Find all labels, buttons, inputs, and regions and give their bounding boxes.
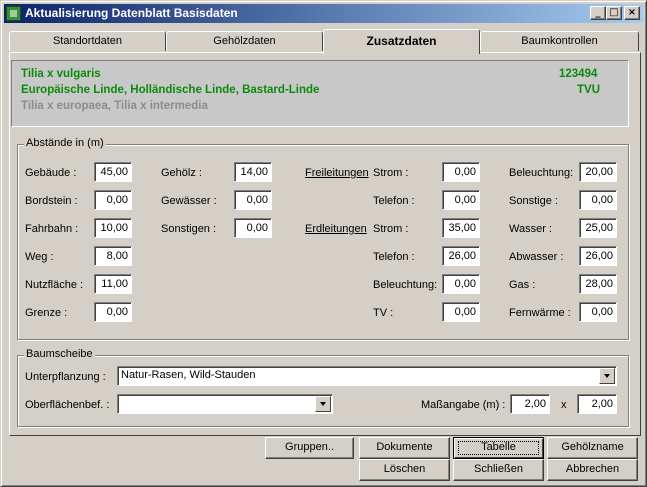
field-gehoelz[interactable]: 14,00 — [234, 162, 272, 182]
baumscheibe-legend: Baumscheibe — [24, 348, 95, 360]
species-id: 123494 — [559, 68, 598, 80]
mass-y-field[interactable]: 2,00 — [577, 394, 617, 414]
field-gewaesser[interactable]: 0,00 — [234, 190, 272, 210]
freileitungen-label: Freileitungen — [305, 167, 369, 179]
gehoelzname-button[interactable]: Gehölzname — [547, 437, 638, 459]
label-frei-telefon: Telefon : — [373, 195, 415, 207]
dokumente-label: Dokumente — [376, 441, 433, 453]
mass-x-field[interactable]: 2,00 — [510, 394, 550, 414]
field-beleuchtung[interactable]: 20,00 — [579, 162, 617, 182]
label-erd-telefon: Telefon : — [373, 251, 415, 263]
field-erd-tv[interactable]: 0,00 — [442, 302, 480, 322]
label-fernwaerme: Fernwärme : — [509, 307, 571, 319]
dokumente-button[interactable]: Dokumente — [359, 437, 450, 459]
label-gehoelz: Gehölz : — [161, 167, 202, 179]
field-weg[interactable]: 8,00 — [94, 246, 132, 266]
window-title: Aktualisierung Datenblatt Basisdaten — [25, 6, 238, 20]
label-beleuchtung: Beleuchtung: — [509, 167, 574, 179]
label-erd-tv: TV : — [373, 307, 394, 319]
oberflaeche-select[interactable] — [117, 394, 333, 414]
field-frei-strom[interactable]: 0,00 — [442, 162, 480, 182]
tabelle-button[interactable]: Tabelle — [453, 437, 544, 459]
label-wasser: Wasser : — [509, 223, 552, 235]
times-label: x — [561, 399, 567, 411]
title-bar[interactable]: Aktualisierung Datenblatt Basisdaten _ □… — [4, 4, 643, 23]
erdleitungen-label: Erdleitungen — [305, 223, 367, 235]
minimize-button[interactable]: _ — [590, 6, 606, 20]
botanical-name: Tilia x vulgaris — [21, 68, 101, 80]
label-weg: Weg : — [25, 251, 54, 263]
tab-label: Baumkontrollen — [521, 35, 598, 47]
field-fernwaerme[interactable]: 0,00 — [579, 302, 617, 322]
field-wasser[interactable]: 25,00 — [579, 218, 617, 238]
gruppen-label: Gruppen.. — [285, 441, 334, 453]
gruppen-button[interactable]: Gruppen.. — [265, 437, 354, 459]
close-button[interactable]: × — [624, 6, 640, 20]
label-bordstein: Bordstein : — [25, 195, 78, 207]
field-sonstige[interactable]: 0,00 — [579, 190, 617, 210]
label-sonstigen: Sonstigen : — [161, 223, 217, 235]
label-gewaesser: Gewässer : — [161, 195, 217, 207]
label-erd-beleuchtung: Beleuchtung: — [373, 279, 438, 291]
chevron-down-icon[interactable] — [599, 368, 615, 384]
loeschen-label: Löschen — [383, 463, 426, 475]
massangabe-label: Maßangabe (m) : — [421, 399, 506, 411]
unterpflanzung-select[interactable]: Natur-Rasen, Wild-Stauden — [117, 366, 617, 386]
abbrechen-button[interactable]: Abbrechen — [547, 459, 638, 481]
unterpflanzung-value: Natur-Rasen, Wild-Stauden — [121, 369, 256, 381]
field-erd-beleuchtung[interactable]: 0,00 — [442, 274, 480, 294]
tab-strip: Standortdaten Gehölzdaten Zusatzdaten Ba… — [9, 29, 641, 54]
common-names: Europäische Linde, Holländische Linde, B… — [21, 84, 320, 96]
field-erd-strom[interactable]: 35,00 — [442, 218, 480, 238]
label-gebaeude: Gebäude : — [25, 167, 77, 179]
field-erd-telefon[interactable]: 26,00 — [442, 246, 480, 266]
label-erd-strom: Strom : — [373, 223, 409, 235]
field-nutzflaeche[interactable]: 11,00 — [94, 274, 132, 294]
tabelle-label: Tabelle — [481, 441, 516, 453]
label-frei-strom: Strom : — [373, 167, 409, 179]
label-sonstige: Sonstige : — [509, 195, 558, 207]
tab-zusatzdaten[interactable]: Zusatzdaten — [323, 29, 480, 54]
loeschen-button[interactable]: Löschen — [359, 459, 450, 481]
maximize-button[interactable]: □ — [606, 6, 622, 20]
field-frei-telefon[interactable]: 0,00 — [442, 190, 480, 210]
label-grenze: Grenze : — [25, 307, 68, 319]
label-nutzflaeche: Nutzfläche : — [25, 279, 84, 291]
abbrechen-label: Abbrechen — [565, 463, 620, 475]
chevron-down-icon[interactable] — [315, 396, 331, 412]
field-fahrbahn[interactable]: 10,00 — [94, 218, 132, 238]
field-grenze[interactable]: 0,00 — [94, 302, 132, 322]
app-tree-icon — [6, 6, 21, 21]
oberflaeche-label: Oberflächenbef. : — [25, 399, 110, 411]
application-window: Aktualisierung Datenblatt Basisdaten _ □… — [0, 0, 647, 487]
tab-gehoelzdaten[interactable]: Gehölzdaten — [166, 31, 323, 51]
abstaende-legend: Abstände in (m) — [24, 137, 106, 149]
schliessen-label: Schließen — [474, 463, 523, 475]
tab-standortdaten[interactable]: Standortdaten — [9, 31, 166, 51]
tab-label: Zusatzdaten — [366, 34, 437, 48]
gehoelzname-label: Gehölzname — [561, 441, 624, 453]
field-bordstein[interactable]: 0,00 — [94, 190, 132, 210]
tab-label: Gehölzdaten — [213, 35, 276, 47]
synonyms: Tilia x europaea, Tilia x intermedia — [21, 100, 208, 112]
field-sonstigen[interactable]: 0,00 — [234, 218, 272, 238]
unterpflanzung-label: Unterpflanzung : — [25, 371, 106, 383]
field-gebaeude[interactable]: 45,00 — [94, 162, 132, 182]
tab-baumkontrollen[interactable]: Baumkontrollen — [480, 31, 639, 51]
label-fahrbahn: Fahrbahn : — [25, 223, 79, 235]
label-abwasser: Abwasser : — [509, 251, 564, 263]
tab-label: Standortdaten — [52, 35, 123, 47]
species-code: TVU — [577, 84, 600, 96]
field-gas[interactable]: 28,00 — [579, 274, 617, 294]
schliessen-button[interactable]: Schließen — [453, 459, 544, 481]
field-abwasser[interactable]: 26,00 — [579, 246, 617, 266]
species-info-box: Tilia x vulgaris 123494 Europäische Lind… — [11, 60, 629, 127]
label-gas: Gas : — [509, 279, 536, 291]
